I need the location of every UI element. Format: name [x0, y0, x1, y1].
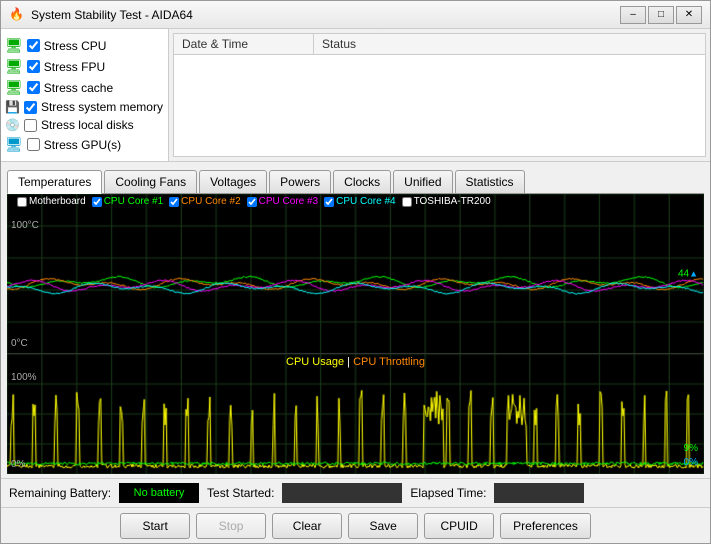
stress-gpu-label: Stress GPU(s) — [44, 138, 121, 152]
legend-motherboard-checkbox[interactable] — [17, 197, 27, 207]
charts-section: Temperatures Cooling Fans Voltages Power… — [1, 162, 710, 478]
app-icon: 🔥 — [9, 7, 25, 23]
log-panel: Date & Time Status — [173, 33, 706, 157]
disk-device-icon: 💿 — [5, 118, 20, 132]
legend-cpu2-checkbox[interactable] — [169, 197, 179, 207]
tab-powers[interactable]: Powers — [269, 170, 331, 193]
stress-gpu-checkbox[interactable] — [27, 138, 40, 151]
titlebar-buttons: – □ ✕ — [620, 6, 702, 24]
main-window: 🔥 System Stability Test - AIDA64 – □ ✕ 🖥… — [0, 0, 711, 544]
start-button[interactable]: Start — [120, 513, 190, 539]
top-section: 🖥 Stress CPU 🖥 Stress FPU 🖥 Stress cache… — [1, 29, 710, 162]
cpu-y-max: 100% — [11, 372, 37, 383]
legend-motherboard[interactable]: Motherboard — [17, 196, 86, 207]
legend-cpu3-label: CPU Core #3 — [259, 196, 318, 207]
legend-toshiba[interactable]: TOSHIBA-TR200 — [402, 196, 491, 207]
window-title: System Stability Test - AIDA64 — [31, 8, 620, 22]
close-button[interactable]: ✕ — [676, 6, 702, 24]
legend-cpu3-checkbox[interactable] — [247, 197, 257, 207]
tab-temperatures[interactable]: Temperatures — [7, 170, 102, 194]
temperature-chart: Motherboard CPU Core #1 CPU Core #2 — [7, 194, 704, 354]
legend-toshiba-label: TOSHIBA-TR200 — [414, 196, 491, 207]
stress-cpu-checkbox[interactable] — [27, 39, 40, 52]
legend-toshiba-checkbox[interactable] — [402, 197, 412, 207]
legend-cpu1-checkbox[interactable] — [92, 197, 102, 207]
stress-cache-label: Stress cache — [44, 81, 113, 95]
cpu-value-blue: 0% — [684, 457, 698, 468]
cpu-y-min: 0% — [11, 459, 25, 470]
legend-cpu2[interactable]: CPU Core #2 — [169, 196, 240, 207]
stress-fpu-checkbox[interactable] — [27, 60, 40, 73]
elapsed-value — [494, 483, 584, 503]
preferences-button[interactable]: Preferences — [500, 513, 591, 539]
test-started-value — [282, 483, 402, 503]
legend-motherboard-label: Motherboard — [29, 196, 86, 207]
memory-device-icon: 💾 — [5, 100, 20, 114]
temp-y-min: 0°C — [11, 338, 28, 349]
stress-fpu-label: Stress FPU — [44, 60, 105, 74]
legend-cpu3[interactable]: CPU Core #3 — [247, 196, 318, 207]
main-layout: 🖥 Stress CPU 🖥 Stress FPU 🖥 Stress cache… — [1, 29, 710, 543]
gpu-device-icon: 🖥 — [5, 136, 23, 153]
log-date-header: Date & Time — [174, 34, 314, 54]
tab-cooling-fans[interactable]: Cooling Fans — [104, 170, 197, 193]
stress-memory-item[interactable]: 💾 Stress system memory — [5, 98, 164, 116]
cache-device-icon: 🖥 — [5, 79, 23, 96]
legend-cpu4-label: CPU Core #4 — [336, 196, 395, 207]
stress-gpu-item[interactable]: 🖥 Stress GPU(s) — [5, 134, 164, 155]
stress-disks-label: Stress local disks — [41, 118, 134, 132]
clear-button[interactable]: Clear — [272, 513, 342, 539]
stress-cache-checkbox[interactable] — [27, 81, 40, 94]
cpuid-button[interactable]: CPUID — [424, 513, 494, 539]
tab-clocks[interactable]: Clocks — [333, 170, 391, 193]
chart-legend: Motherboard CPU Core #1 CPU Core #2 — [17, 196, 491, 207]
stress-memory-label: Stress system memory — [41, 100, 163, 114]
legend-cpu4-checkbox[interactable] — [324, 197, 334, 207]
stress-options-panel: 🖥 Stress CPU 🖥 Stress FPU 🖥 Stress cache… — [1, 29, 169, 161]
stress-disks-checkbox[interactable] — [24, 119, 37, 132]
stress-disks-item[interactable]: 💿 Stress local disks — [5, 116, 164, 134]
legend-cpu4[interactable]: CPU Core #4 — [324, 196, 395, 207]
tabs-container: Temperatures Cooling Fans Voltages Power… — [7, 170, 704, 194]
minimize-button[interactable]: – — [620, 6, 646, 24]
tab-unified[interactable]: Unified — [393, 170, 452, 193]
titlebar: 🔥 System Stability Test - AIDA64 – □ ✕ — [1, 1, 710, 29]
stop-button[interactable]: Stop — [196, 513, 266, 539]
cpu-usage-chart: CPU Usage | CPU Throttling 100% 0% 9% 0% — [7, 354, 704, 474]
tab-statistics[interactable]: Statistics — [455, 170, 525, 193]
log-header: Date & Time Status — [174, 34, 705, 55]
log-status-header: Status — [314, 34, 705, 54]
temp-y-max: 100°C — [11, 220, 39, 231]
stress-memory-checkbox[interactable] — [24, 101, 37, 114]
cpu-value-green: 9% — [684, 443, 698, 454]
battery-label: Remaining Battery: — [9, 486, 111, 500]
stress-cache-item[interactable]: 🖥 Stress cache — [5, 77, 164, 98]
fpu-device-icon: 🖥 — [5, 58, 23, 75]
stress-fpu-item[interactable]: 🖥 Stress FPU — [5, 56, 164, 77]
stress-cpu-label: Stress CPU — [44, 39, 107, 53]
log-body — [174, 55, 705, 156]
stress-cpu-item[interactable]: 🖥 Stress CPU — [5, 35, 164, 56]
temp-value: 44▲ — [678, 268, 698, 279]
elapsed-label: Elapsed Time: — [410, 486, 486, 500]
status-bar: Remaining Battery: No battery Test Start… — [1, 478, 710, 507]
buttons-bar: Start Stop Clear Save CPUID Preferences — [1, 507, 710, 543]
legend-cpu2-label: CPU Core #2 — [181, 196, 240, 207]
test-started-label: Test Started: — [207, 486, 274, 500]
save-button[interactable]: Save — [348, 513, 418, 539]
charts-area: Motherboard CPU Core #1 CPU Core #2 — [7, 194, 704, 474]
legend-cpu1[interactable]: CPU Core #1 — [92, 196, 163, 207]
battery-value: No battery — [119, 483, 199, 503]
maximize-button[interactable]: □ — [648, 6, 674, 24]
legend-cpu1-label: CPU Core #1 — [104, 196, 163, 207]
cpu-device-icon: 🖥 — [5, 37, 23, 54]
tab-voltages[interactable]: Voltages — [199, 170, 267, 193]
